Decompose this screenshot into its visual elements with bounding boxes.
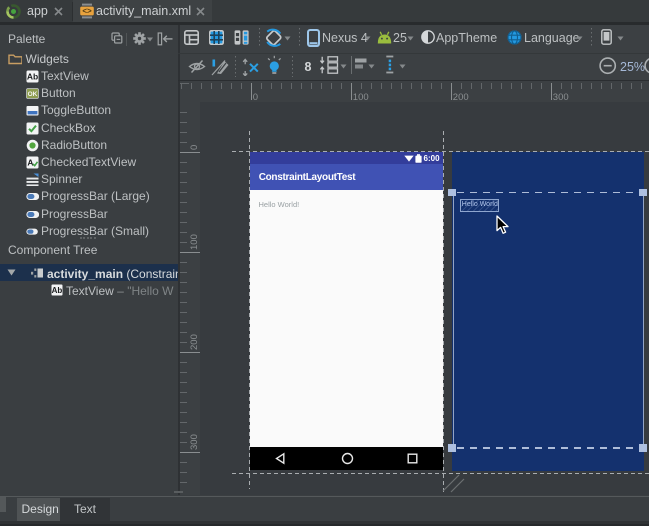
svg-text:<>: <> (82, 7, 92, 16)
svg-text:OK: OK (27, 91, 37, 98)
svg-text:Ab: Ab (52, 286, 63, 295)
svg-text:Ab: Ab (26, 72, 37, 82)
svg-text:A: A (27, 158, 33, 168)
